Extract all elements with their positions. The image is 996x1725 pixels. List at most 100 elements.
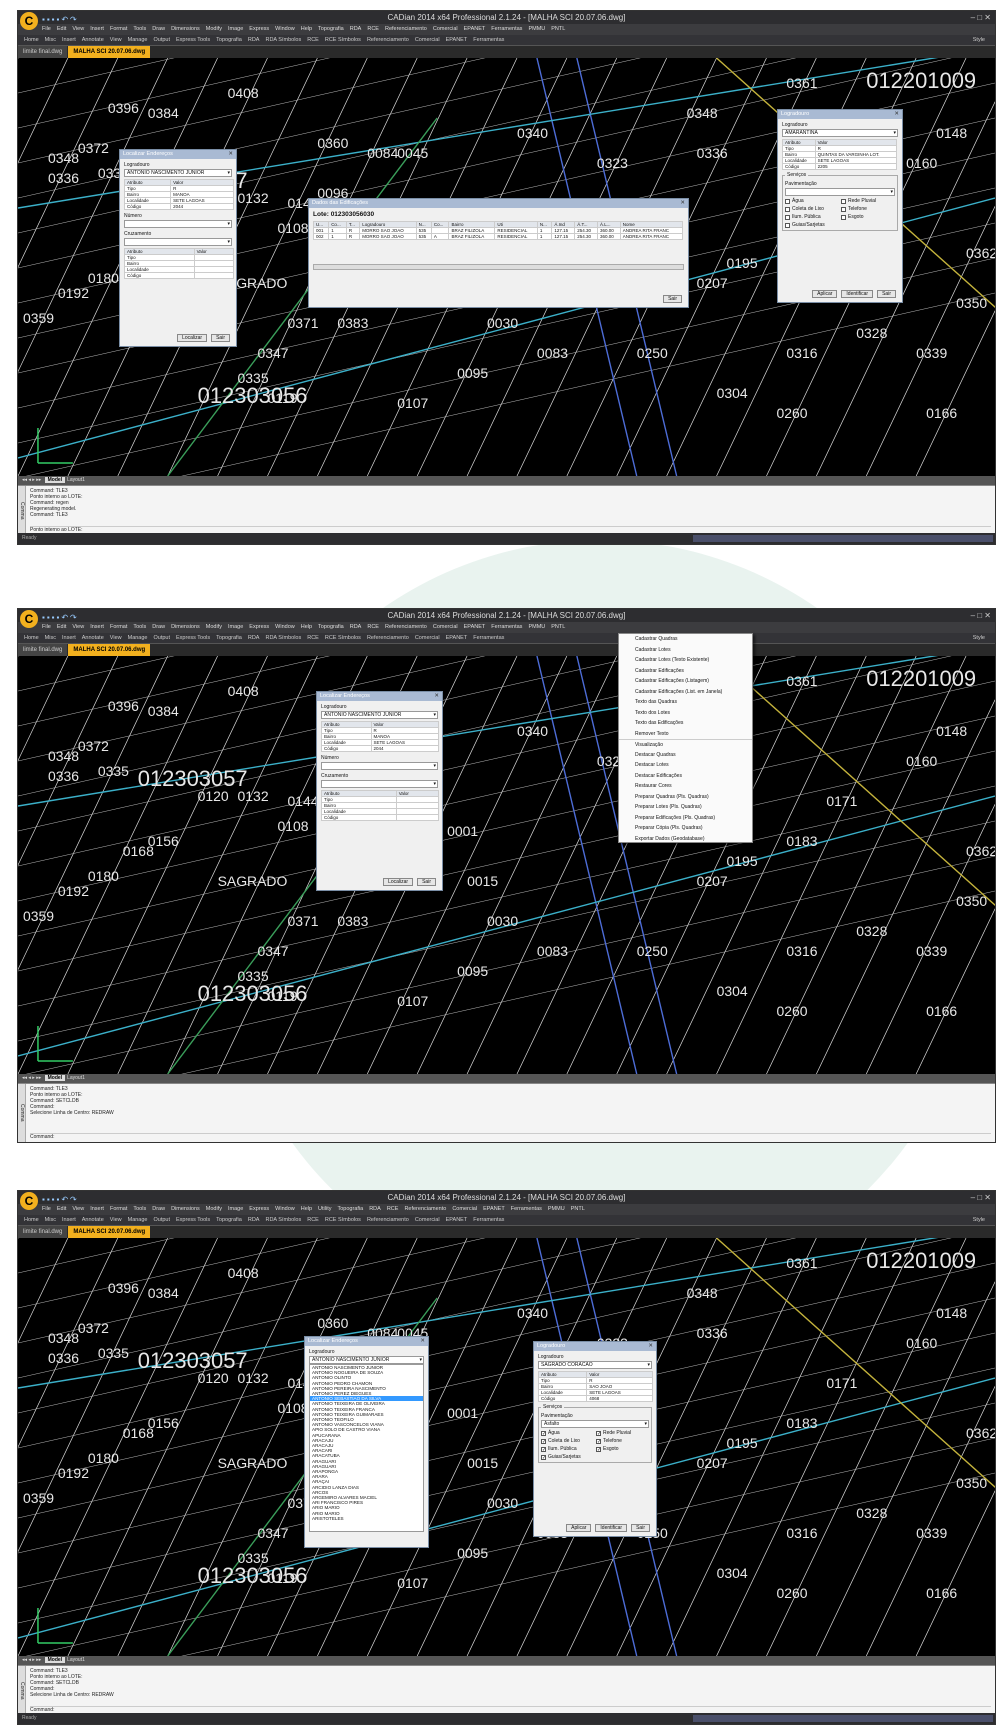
ribbon-tab-rda[interactable]: RDA [248, 1217, 260, 1223]
menu-express[interactable]: Express [249, 624, 269, 630]
ribbon-tab-view[interactable]: View [110, 1217, 122, 1223]
ribbon-tab-misc[interactable]: Misc [45, 37, 56, 43]
drawing-area[interactable]: 0408 0396 0384 0372 0360 0335 0348 0336 01230305… [18, 1238, 995, 1656]
menu-rce[interactable]: RCE [387, 1206, 399, 1212]
checkbox-rede-pluvial[interactable]: Rede Pluvial [841, 198, 895, 204]
menu-pntl[interactable]: PNTL [551, 26, 565, 32]
menu-window[interactable]: Window [275, 624, 295, 630]
menu-modify[interactable]: Modify [206, 624, 222, 630]
menu-item[interactable]: Exportar Dados (Geodatabase) [619, 834, 752, 845]
ribbon-tab-express-tools[interactable]: Express Tools [176, 37, 210, 43]
menu-help[interactable]: Help [301, 624, 312, 630]
menu-comercial[interactable]: Comercial [433, 624, 458, 630]
command-input[interactable]: Command: [30, 1706, 991, 1713]
ribbon-tab-ferramentas[interactable]: Ferramentas [473, 635, 504, 641]
localizar-button[interactable]: Localizar [383, 878, 414, 886]
sair-button[interactable]: Sair [877, 290, 896, 298]
close-icon[interactable]: ✕ [228, 150, 233, 159]
ribbon-tab-referenciamento[interactable]: Referenciamento [367, 1217, 409, 1223]
ribbon-tab-home[interactable]: Home [24, 1217, 39, 1223]
ribbon-tab-topografia[interactable]: Topografia [216, 1217, 242, 1223]
ribbon-tab-comercial[interactable]: Comercial [415, 37, 440, 43]
menu-tools[interactable]: Tools [133, 624, 146, 630]
pavimentacao-combo[interactable]: Asfalto [541, 1420, 649, 1428]
logradouro-dropdown-list[interactable]: ANTONIO NASCIMENTO JUNIOR ANTONIO NOGUEIR… [309, 1364, 424, 1532]
menu-ferramentas[interactable]: Ferramentas [511, 1206, 542, 1212]
ribbon-tab-topografia[interactable]: Topografia [216, 37, 242, 43]
ribbon-tab-output[interactable]: Output [154, 1217, 171, 1223]
window-controls-icon[interactable]: – □ ✕ [971, 11, 991, 24]
checkbox-ilum-p-blica[interactable]: ✓ Ilum. Pública [541, 1446, 594, 1452]
menu-item[interactable]: Destacar Quadras [619, 750, 752, 761]
menu-item[interactable]: Cadastrar Lotes [619, 645, 752, 656]
menu-item[interactable]: Texto das Edificações [619, 718, 752, 729]
menu-insert[interactable]: Insert [90, 26, 104, 32]
numero-combo[interactable] [124, 220, 232, 228]
ribbon-tab-epanet[interactable]: EPANET [446, 37, 468, 43]
logradouro-combo[interactable]: SAGRADO CORACAO [538, 1361, 652, 1369]
ribbon-tab-annotate[interactable]: Annotate [82, 37, 104, 43]
ribbon-tab-insert[interactable]: Insert [62, 1217, 76, 1223]
menu-image[interactable]: Image [228, 624, 243, 630]
menu-item[interactable]: Preparar Cópia (Pls. Quadras) [619, 823, 752, 834]
menu-rda[interactable]: RDA [350, 624, 362, 630]
menu-modify[interactable]: Modify [206, 26, 222, 32]
menu-express[interactable]: Express [249, 26, 269, 32]
list-item[interactable]: ARISTOTELES [310, 1516, 423, 1521]
ribbon-tab-annotate[interactable]: Annotate [82, 635, 104, 641]
logradouro-combo[interactable]: ANTONIO NASCIMENTO JUNIOR [124, 169, 232, 177]
logradouro-combo[interactable]: ANTONIO NASCIMENTO JUNIOR [309, 1356, 424, 1364]
status-toggles[interactable] [693, 1715, 993, 1722]
menu-image[interactable]: Image [228, 1206, 243, 1212]
style-label[interactable]: Style [973, 633, 985, 643]
ribbon-tab-insert[interactable]: Insert [62, 37, 76, 43]
menu-referenciamento[interactable]: Referenciamento [385, 624, 427, 630]
menu-view[interactable]: View [72, 26, 84, 32]
close-icon[interactable]: ✕ [680, 199, 685, 208]
model-tab[interactable]: Model [44, 477, 66, 483]
checkbox-telefone[interactable]: Telefone [841, 206, 895, 212]
menu-epanet[interactable]: EPANET [464, 26, 486, 32]
menu-format[interactable]: Format [110, 624, 127, 630]
close-icon[interactable]: ✕ [420, 1337, 425, 1346]
ribbon-tab-rda-s-mbolos[interactable]: RDA Símbolos [265, 1217, 301, 1223]
checkbox-guias-sarjetas[interactable]: Guias/Sarjetas [785, 222, 839, 228]
style-label[interactable]: Style [973, 35, 985, 45]
checkbox--gua[interactable]: Água [785, 198, 839, 204]
menu-item[interactable]: Cadastrar Edificações (Listagem) [619, 676, 752, 687]
menu-insert[interactable]: Insert [90, 1206, 104, 1212]
sair-button[interactable]: Sair [417, 878, 436, 886]
sair-button[interactable]: Sair [663, 295, 682, 303]
ribbon-tab-express-tools[interactable]: Express Tools [176, 1217, 210, 1223]
cruzamento-combo[interactable] [321, 780, 438, 788]
ribbon-tab-output[interactable]: Output [154, 37, 171, 43]
sair-button[interactable]: Sair [631, 1524, 650, 1532]
close-icon[interactable]: ✕ [434, 692, 439, 701]
checkbox-rede-pluvial[interactable]: ✓ Rede Pluvial [596, 1430, 649, 1436]
menu-dimensions[interactable]: Dimensions [171, 26, 200, 32]
menu-item[interactable]: Preparar Quadras (Pls. Quadras) [619, 792, 752, 803]
menu-pmmu[interactable]: PMMU [528, 26, 545, 32]
menu-ferramentas[interactable]: Ferramentas [491, 26, 522, 32]
app-logo-icon[interactable]: C [20, 12, 38, 30]
menu-file[interactable]: File [42, 26, 51, 32]
menu-item[interactable]: Cadastrar Lotes (Texto Existente) [619, 655, 752, 666]
menu-tools[interactable]: Tools [133, 1206, 146, 1212]
close-icon[interactable]: ✕ [648, 1342, 653, 1351]
menu-file[interactable]: File [42, 624, 51, 630]
ribbon-tab-epanet[interactable]: EPANET [446, 635, 468, 641]
menu-insert[interactable]: Insert [90, 624, 104, 630]
menu-item[interactable]: Cadastrar Edificações [619, 666, 752, 677]
numero-combo[interactable] [321, 762, 438, 770]
checkbox-guias-sarjetas[interactable]: ✓ Guias/Sarjetas [541, 1454, 594, 1460]
layout1-tab[interactable]: Layout1 [67, 477, 85, 483]
app-logo-icon[interactable]: C [20, 610, 38, 628]
menu-rce[interactable]: RCE [367, 624, 379, 630]
menu-draw[interactable]: Draw [152, 26, 165, 32]
menu-image[interactable]: Image [228, 26, 243, 32]
ribbon-tab-manage[interactable]: Manage [128, 37, 148, 43]
menu-item[interactable]: Texto das Quadras [619, 697, 752, 708]
menu-item[interactable]: Visualização [619, 739, 752, 750]
checkbox-coleta-de-lixo[interactable]: ✓ Coleta de Lixo [541, 1438, 594, 1444]
horizontal-scrollbar[interactable] [313, 264, 684, 270]
